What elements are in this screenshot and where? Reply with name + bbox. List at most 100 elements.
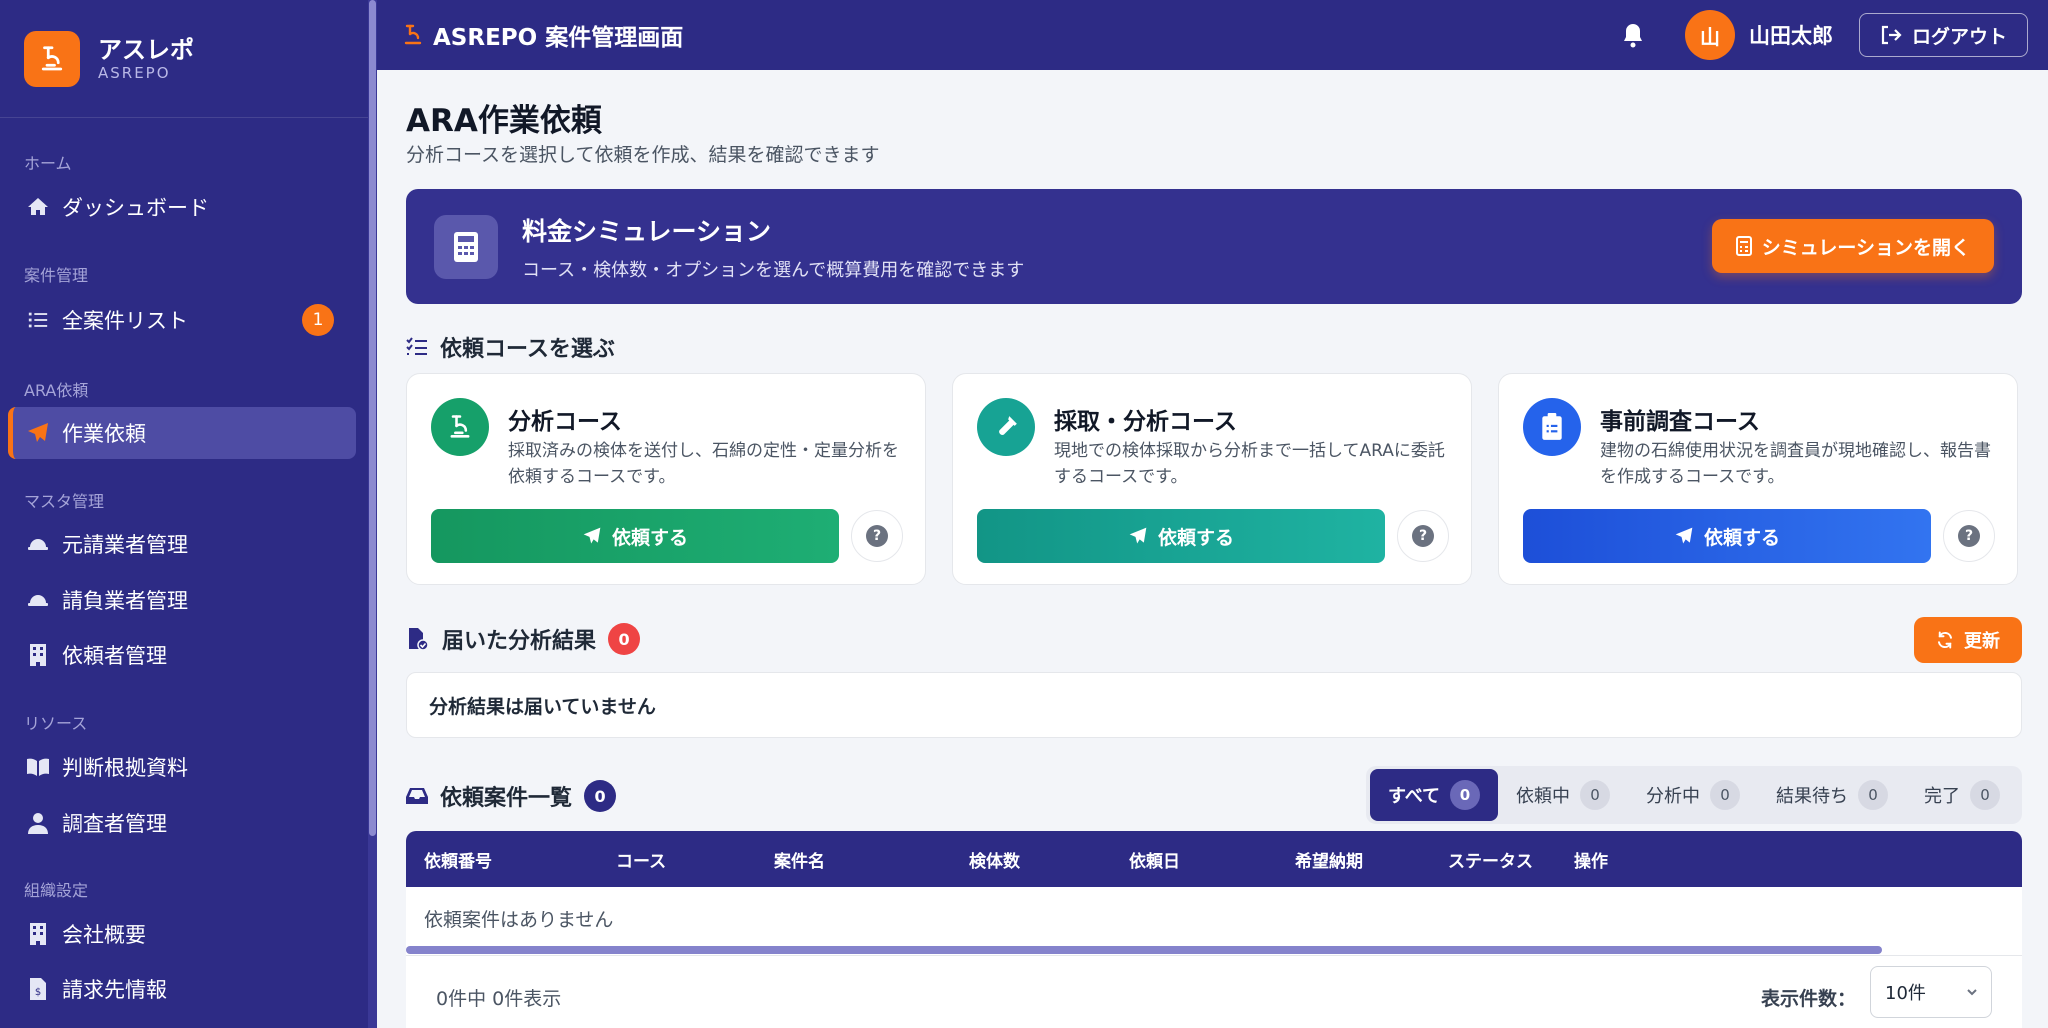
results-count-badge: 0 bbox=[608, 623, 641, 655]
column-header[interactable]: 検体数 bbox=[969, 831, 1020, 887]
page-title: ARA作業依頼 bbox=[406, 103, 602, 139]
request-button-label: 依頼する bbox=[1157, 526, 1234, 549]
paper-plane-icon bbox=[24, 419, 52, 447]
tab-requested[interactable]: 依頼中 0 bbox=[1498, 769, 1628, 821]
inbox-icon bbox=[406, 786, 428, 806]
calculator-icon bbox=[434, 214, 498, 279]
invoice-icon: $ bbox=[24, 975, 52, 1003]
table-footer: 0件中 0件表示 表示件数： 10件 bbox=[406, 955, 2022, 1028]
course-help-button[interactable]: ? bbox=[851, 510, 903, 562]
course-card-analysis: 分析コース 採取済みの検体を送付し、石綿の定性・定量分析を依頼するコースです。 … bbox=[406, 373, 926, 585]
sidebar-item-dashboard[interactable]: ダッシュボード bbox=[8, 181, 356, 233]
avatar[interactable]: 山 bbox=[1684, 10, 1735, 60]
simulation-description: コース・検体数・オプションを選んで概算費用を確認できます bbox=[522, 259, 1025, 281]
requests-table: 依頼番号 コース 案件名 検体数 依頼日 希望納期 ステータス 操作 依頼案件は… bbox=[406, 831, 2022, 1028]
nav-section-ara: ARA依頼 bbox=[24, 381, 89, 400]
vial-icon bbox=[977, 398, 1035, 456]
page-size-value: 10件 bbox=[1885, 983, 1926, 1004]
page-size-label: 表示件数： bbox=[1760, 988, 1856, 1010]
sidebar-item-prime-contractors[interactable]: 元請業者管理 bbox=[8, 518, 356, 570]
tab-count: 0 bbox=[1970, 780, 2000, 810]
sidebar-item-label: 依頼者管理 bbox=[62, 644, 167, 668]
simulation-card: 料金シミュレーション コース・検体数・オプションを選んで概算費用を確認できます … bbox=[406, 189, 2022, 304]
chevron-down-icon bbox=[1965, 983, 1979, 1004]
brand[interactable]: アスレポ ASREPO bbox=[0, 0, 377, 118]
logout-button[interactable]: ログアウト bbox=[1858, 13, 2028, 57]
course-description: 現地での検体採取から分析まで一括してARAに委託するコースです。 bbox=[1054, 441, 1445, 487]
nav-section-master: マスタ管理 bbox=[24, 492, 105, 511]
results-empty-message: 分析結果は届いていません bbox=[406, 672, 2022, 738]
sidebar-item-all-projects[interactable]: 全案件リスト 1 bbox=[8, 294, 356, 346]
calculator-icon bbox=[1735, 236, 1752, 256]
status-filter-tabs: すべて 0 依頼中 0 分析中 0 結果待ち 0 完了 0 bbox=[1365, 766, 2022, 824]
results-heading: 届いた分析結果 0 bbox=[406, 623, 641, 655]
course-help-button[interactable]: ? bbox=[1943, 510, 1995, 562]
tab-count: 0 bbox=[1450, 780, 1480, 810]
course-description: 採取済みの検体を送付し、石綿の定性・定量分析を依頼するコースです。 bbox=[508, 441, 899, 487]
sidebar-item-label: 判断根拠資料 bbox=[62, 756, 188, 780]
brand-logo bbox=[24, 30, 80, 87]
open-simulation-button[interactable]: シミュレーションを開く bbox=[1711, 219, 1994, 273]
microscope-icon bbox=[41, 45, 63, 70]
refresh-button[interactable]: 更新 bbox=[1914, 617, 2022, 663]
sidebar-item-requesters[interactable]: 依頼者管理 bbox=[8, 629, 356, 681]
sidebar-item-surveyors[interactable]: 調査者管理 bbox=[8, 797, 356, 849]
sidebar: アスレポ ASREPO ホーム ダッシュボード 案件管理 全案件リスト 1 AR… bbox=[0, 0, 377, 1028]
sidebar-item-billing[interactable]: $ 請求先情報 bbox=[8, 963, 356, 1015]
sidebar-item-label: 作業依頼 bbox=[62, 422, 146, 446]
logout-icon bbox=[1881, 25, 1902, 45]
checklist-icon bbox=[406, 337, 428, 357]
requests-heading: 依頼案件一覧 0 bbox=[406, 780, 617, 812]
courses-heading-text: 依頼コースを選ぶ bbox=[440, 337, 615, 362]
course-card-pre-survey: 事前調査コース 建物の石綿使用状況を調査員が現地確認し、報告書を作成するコースで… bbox=[1498, 373, 2018, 585]
request-pre-survey-button[interactable]: 依頼する bbox=[1523, 509, 1931, 563]
column-header[interactable]: 操作 bbox=[1574, 831, 1608, 887]
paper-plane-icon bbox=[1129, 527, 1147, 544]
sidebar-item-subcontractors[interactable]: 請負業者管理 bbox=[8, 574, 356, 626]
simulation-title: 料金シミュレーション bbox=[522, 216, 772, 246]
username[interactable]: 山田太郎 bbox=[1749, 20, 1833, 50]
column-header[interactable]: 希望納期 bbox=[1295, 831, 1363, 887]
column-header[interactable]: 依頼番号 bbox=[424, 831, 492, 887]
sidebar-scrollbar[interactable] bbox=[368, 0, 377, 1028]
page-subtitle: 分析コースを選択して依頼を作成、結果を確認できます bbox=[406, 144, 880, 166]
hardhat-icon bbox=[24, 530, 52, 558]
request-sampling-analysis-button[interactable]: 依頼する bbox=[977, 509, 1385, 563]
topbar-title: ASREPO 案件管理画面 bbox=[433, 25, 684, 51]
sidebar-item-work-request[interactable]: 作業依頼 bbox=[8, 407, 356, 459]
brand-name: アスレポ bbox=[98, 35, 194, 64]
file-check-icon bbox=[406, 627, 430, 651]
tab-analyzing[interactable]: 分析中 0 bbox=[1628, 769, 1758, 821]
sidebar-item-label: 元請業者管理 bbox=[62, 533, 188, 557]
column-header[interactable]: ステータス bbox=[1448, 831, 1533, 887]
sidebar-scrollbar-thumb[interactable] bbox=[369, 0, 376, 836]
request-button-label: 依頼する bbox=[1703, 526, 1780, 549]
hardhat-icon bbox=[24, 586, 52, 614]
column-header[interactable]: 案件名 bbox=[774, 831, 825, 887]
table-empty-message: 依頼案件はありません bbox=[424, 909, 614, 931]
tab-all[interactable]: すべて 0 bbox=[1369, 769, 1498, 821]
open-simulation-label: シミュレーションを開く bbox=[1761, 236, 1970, 259]
book-icon bbox=[24, 753, 52, 781]
pagination-info: 0件中 0件表示 bbox=[436, 988, 562, 1010]
tab-completed[interactable]: 完了 0 bbox=[1906, 769, 2018, 821]
column-header[interactable]: コース bbox=[616, 831, 666, 887]
nav-section-projects: 案件管理 bbox=[24, 266, 89, 285]
logout-label: ログアウト bbox=[1911, 25, 2007, 48]
page-size-select[interactable]: 10件 bbox=[1870, 966, 1992, 1018]
sidebar-item-label: 請負業者管理 bbox=[62, 589, 188, 613]
topbar: ASREPO 案件管理画面 山 山田太郎 ログアウト bbox=[377, 0, 2048, 70]
tab-count: 0 bbox=[1580, 780, 1610, 810]
request-analysis-button[interactable]: 依頼する bbox=[431, 509, 839, 563]
paper-plane-icon bbox=[583, 527, 601, 544]
column-header[interactable]: 依頼日 bbox=[1129, 831, 1180, 887]
tab-awaiting-results[interactable]: 結果待ち 0 bbox=[1758, 769, 1906, 821]
course-help-button[interactable]: ? bbox=[1397, 510, 1449, 562]
nav-section-resources: リソース bbox=[24, 714, 88, 733]
bell-icon[interactable] bbox=[1621, 22, 1645, 48]
building-icon bbox=[24, 920, 52, 948]
table-horizontal-scrollbar[interactable] bbox=[406, 946, 1882, 954]
sidebar-item-company[interactable]: 会社概要 bbox=[8, 908, 356, 960]
course-card-sampling-analysis: 採取・分析コース 現地での検体採取から分析まで一括してARAに委託するコースです… bbox=[952, 373, 1472, 585]
sidebar-item-reference-materials[interactable]: 判断根拠資料 bbox=[8, 741, 356, 793]
